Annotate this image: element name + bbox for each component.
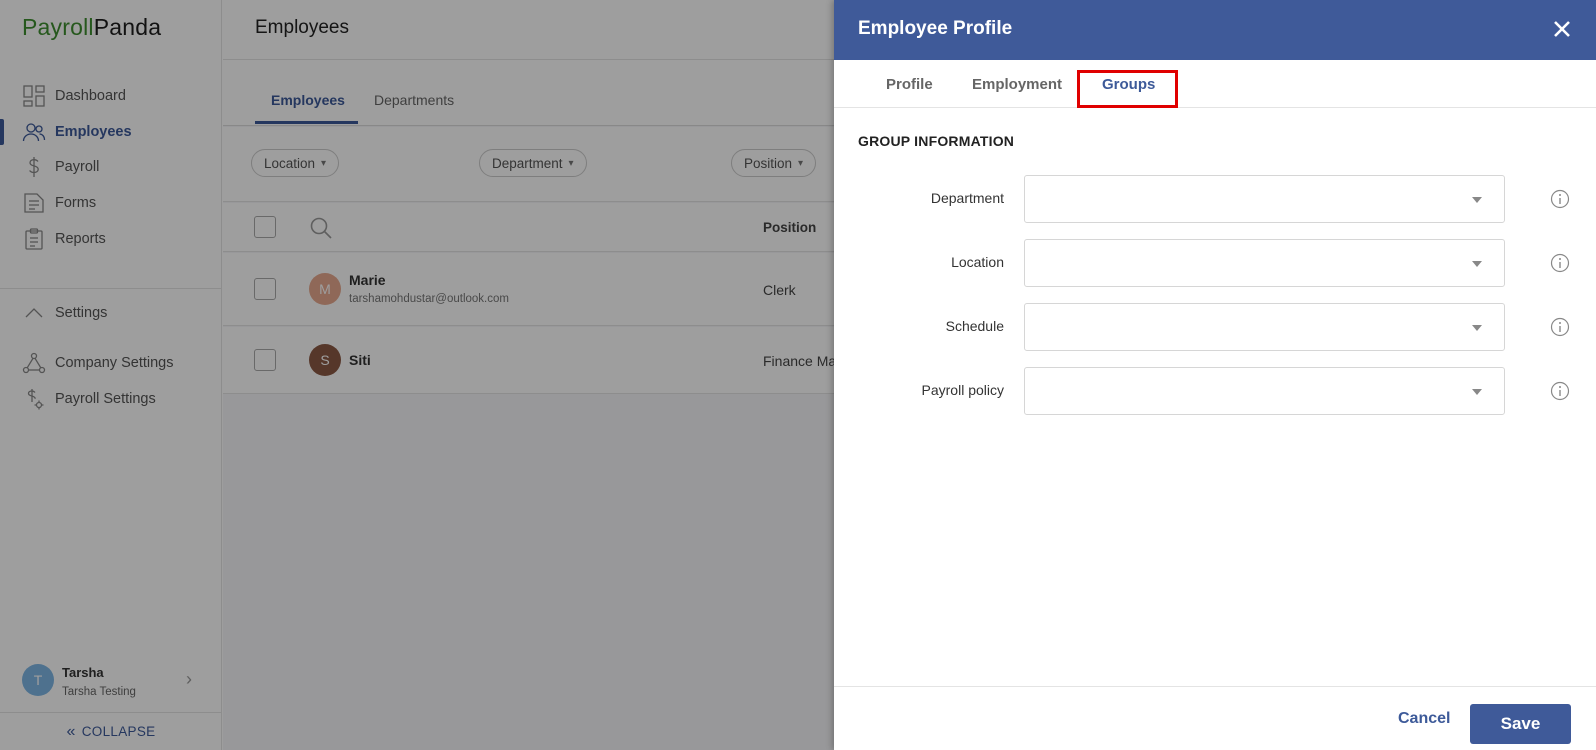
location-label: Location <box>951 254 1004 270</box>
tab-profile[interactable]: Profile <box>886 76 933 93</box>
save-button[interactable]: Save <box>1470 704 1571 744</box>
close-button[interactable] <box>1547 14 1577 44</box>
modal-backdrop[interactable] <box>0 0 834 750</box>
department-select[interactable] <box>1024 175 1505 223</box>
payroll-policy-label: Payroll policy <box>921 382 1004 398</box>
tab-employment[interactable]: Employment <box>972 76 1062 93</box>
schedule-select[interactable] <box>1024 303 1505 351</box>
drawer-footer: Cancel Save <box>834 686 1596 750</box>
caret-down-icon <box>1472 325 1482 331</box>
location-select[interactable] <box>1024 239 1505 287</box>
info-icon[interactable] <box>1550 253 1570 273</box>
employee-profile-drawer: Employee Profile Profile Employment Grou… <box>834 0 1596 750</box>
department-label: Department <box>930 190 1004 206</box>
info-icon[interactable] <box>1550 317 1570 337</box>
drawer-tabs: Profile Employment Groups <box>834 60 1596 108</box>
payroll-policy-select[interactable] <box>1024 367 1505 415</box>
cancel-button[interactable]: Cancel <box>1398 700 1450 738</box>
drawer-title: Employee Profile <box>858 18 1013 39</box>
schedule-label: Schedule <box>945 318 1004 334</box>
drawer-header: Employee Profile <box>834 0 1596 60</box>
info-icon[interactable] <box>1550 381 1570 401</box>
caret-down-icon <box>1472 261 1482 267</box>
tab-groups[interactable]: Groups <box>1102 76 1155 93</box>
section-title: GROUP INFORMATION <box>858 133 1015 149</box>
caret-down-icon <box>1472 197 1482 203</box>
caret-down-icon <box>1472 389 1482 395</box>
info-icon[interactable] <box>1550 189 1570 209</box>
close-icon <box>1554 21 1570 37</box>
